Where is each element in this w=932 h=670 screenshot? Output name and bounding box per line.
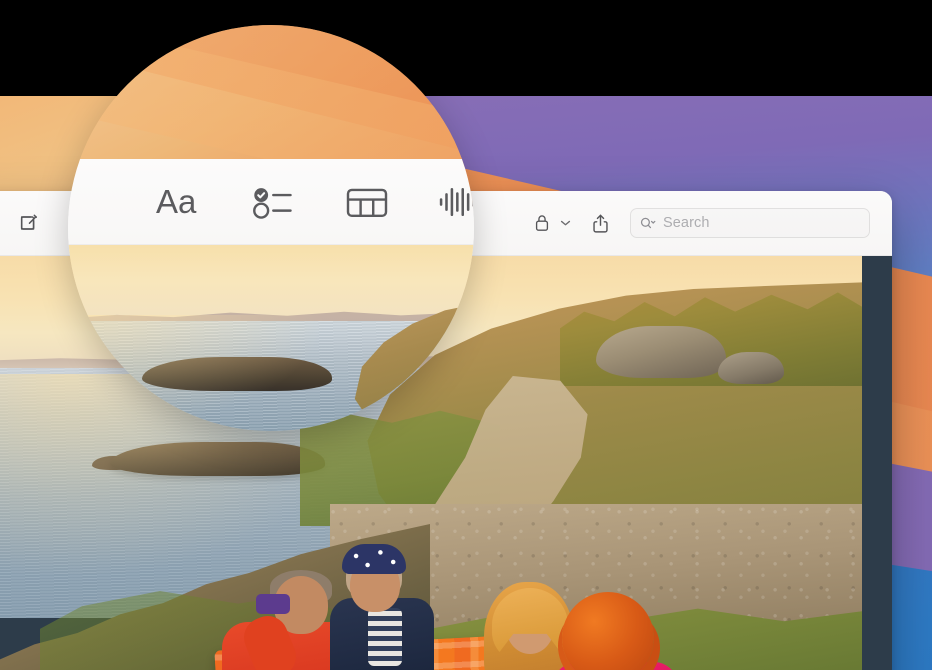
loupe-photo-sky — [68, 245, 474, 323]
checklist-icon — [253, 187, 292, 219]
audio-button-magnified[interactable] — [436, 183, 474, 221]
text-format-button-magnified[interactable]: Aa — [156, 183, 206, 221]
loupe-format-toolbar: Aa — [68, 159, 474, 245]
compose-note-button[interactable] — [14, 208, 44, 238]
toolbar-left-group — [0, 208, 44, 238]
photo-person-bandana — [324, 536, 474, 670]
lock-icon — [535, 215, 549, 231]
svg-text:Aa: Aa — [156, 183, 197, 220]
share-button[interactable] — [587, 209, 614, 238]
zoom-loupe[interactable]: Aa — [68, 25, 474, 431]
person-curly-hair — [562, 592, 654, 670]
lock-button-icon-wrap — [529, 209, 555, 237]
search-magnifier-icon — [640, 217, 656, 228]
share-icon — [593, 214, 608, 233]
lock-button[interactable] — [529, 209, 571, 237]
search-placeholder-text: Search — [663, 215, 710, 231]
person-bandana — [342, 544, 406, 574]
compose-icon — [20, 214, 37, 230]
person-striped-shirt — [368, 608, 402, 666]
loupe-photo-glare — [68, 315, 328, 431]
toolbar-right-group: Search — [529, 208, 892, 238]
checklist-button-magnified[interactable] — [252, 183, 298, 221]
search-input[interactable]: Search — [630, 208, 870, 238]
photo-boulder-small — [718, 352, 784, 384]
photo-person-curly-hair — [552, 592, 682, 670]
table-button-magnified[interactable] — [344, 183, 390, 221]
binoculars — [256, 594, 290, 614]
loupe-wallpaper — [68, 25, 474, 230]
photo-boulder-large — [596, 326, 726, 378]
aa-text-format-icon: Aa — [156, 183, 197, 220]
table-icon — [346, 188, 388, 217]
audio-waveform-icon — [439, 187, 474, 216]
zoom-loupe-content: Aa — [68, 25, 474, 431]
chevron-down-icon — [560, 220, 571, 226]
loupe-photo-region — [68, 245, 474, 431]
screenshot-root: Aa — [0, 0, 932, 670]
